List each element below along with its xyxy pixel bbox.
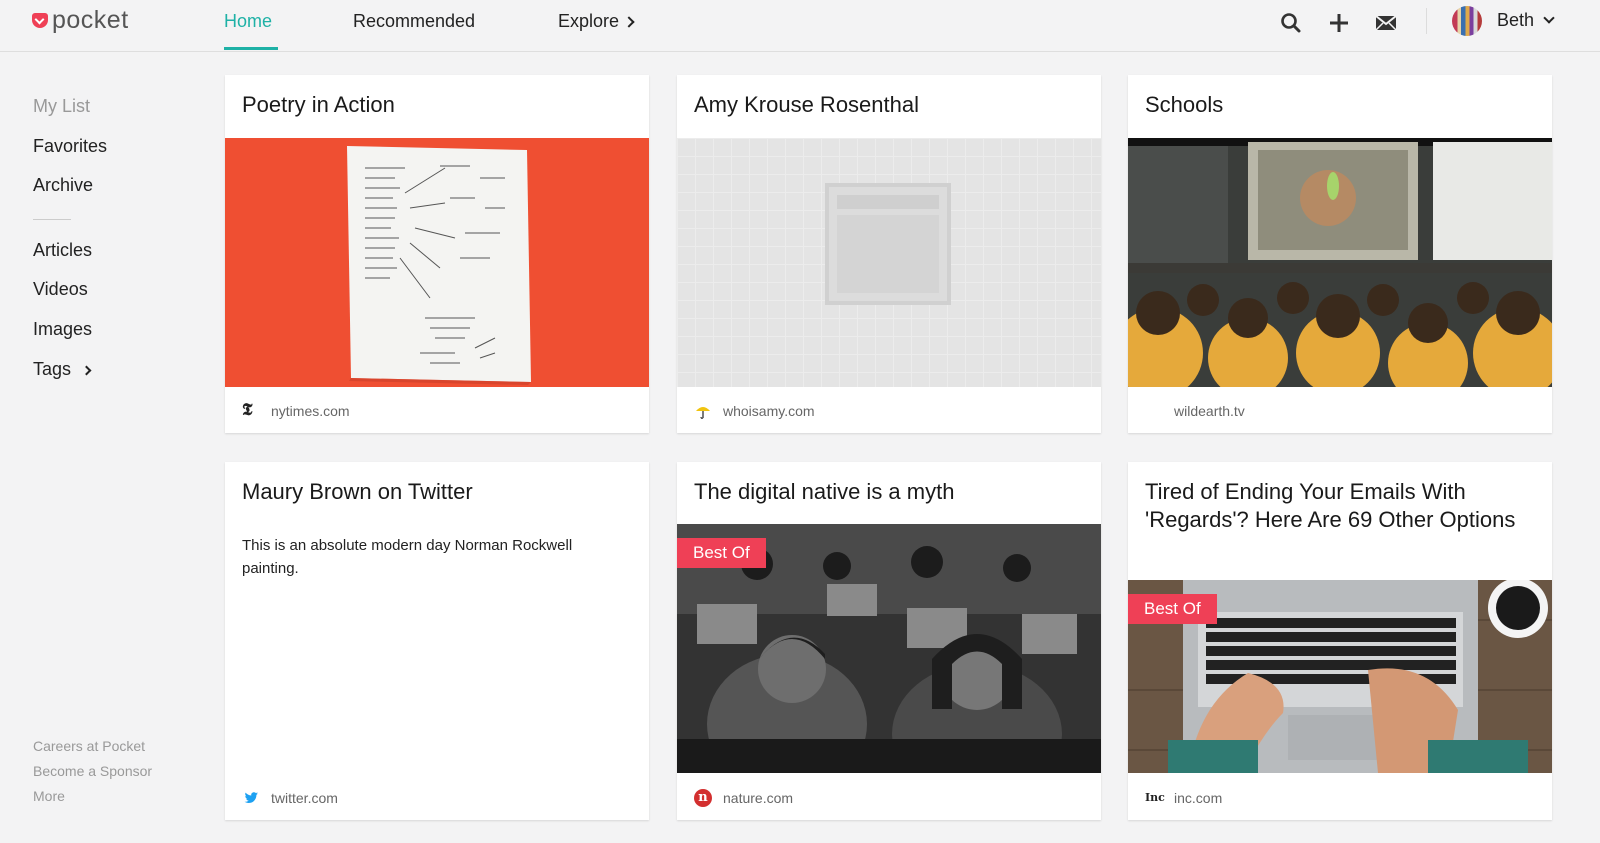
add-icon[interactable]: [1326, 10, 1352, 36]
card-footer: wildearth.tv: [1128, 389, 1552, 433]
card-thumbnail[interactable]: [225, 138, 649, 387]
card-source[interactable]: whoisamy.com: [723, 403, 815, 419]
chevron-right-icon: [623, 16, 635, 28]
card-thumbnail[interactable]: Best Of: [677, 524, 1101, 773]
card-title[interactable]: Maury Brown on Twitter: [242, 478, 632, 506]
brand-name: pocket: [52, 6, 129, 34]
nytimes-icon: 𝕿: [242, 400, 253, 420]
classroom-photo: [1128, 138, 1552, 387]
card-footer: twitter.com: [225, 776, 649, 820]
placeholder-image-icon: [825, 183, 951, 305]
pocket-logo[interactable]: pocket: [32, 6, 129, 35]
best-of-badge: Best Of: [677, 538, 766, 568]
card-excerpt: This is an absolute modern day Norman Ro…: [242, 537, 573, 577]
sidebar-item-my-list[interactable]: My List: [33, 96, 90, 117]
sidebar-item-favorites[interactable]: Favorites: [33, 136, 107, 157]
article-card[interactable]: Amy Krouse Rosenthal whoisamy.com: [677, 75, 1101, 433]
card-title[interactable]: Amy Krouse Rosenthal: [694, 91, 1084, 119]
sidebar-item-images[interactable]: Images: [33, 319, 92, 340]
umbrella-icon: [696, 407, 710, 419]
tab-home[interactable]: Home: [224, 11, 272, 32]
card-thumbnail[interactable]: [677, 138, 1101, 387]
article-card[interactable]: Schools wildearth.tv: [1128, 75, 1552, 433]
mail-icon[interactable]: [1373, 10, 1399, 36]
nature-icon: n: [694, 789, 712, 807]
card-title[interactable]: Tired of Ending Your Emails With 'Regard…: [1145, 478, 1535, 534]
chevron-right-icon: [81, 365, 92, 376]
header-divider: [1426, 8, 1427, 34]
card-footer: whoisamy.com: [677, 389, 1101, 433]
top-bar: pocket Home Recommended Explore Beth: [0, 0, 1600, 52]
card-source[interactable]: wildearth.tv: [1174, 403, 1245, 419]
article-card[interactable]: Poetry in Action 𝕿 nytimes.com: [225, 75, 649, 433]
footer-link-sponsor[interactable]: Become a Sponsor: [33, 763, 152, 779]
twitter-icon: [244, 792, 258, 803]
card-footer: 𝕿 nytimes.com: [225, 389, 649, 433]
sidebar-item-archive[interactable]: Archive: [33, 175, 93, 196]
sidebar-item-videos[interactable]: Videos: [33, 279, 88, 300]
best-of-badge: Best Of: [1128, 594, 1217, 624]
tab-explore[interactable]: Explore: [558, 11, 635, 32]
card-footer: n nature.com: [677, 776, 1101, 820]
sidebar: My List Favorites Archive Articles Video…: [0, 52, 210, 843]
tab-explore-label: Explore: [558, 11, 620, 31]
card-thumbnail[interactable]: Best Of: [1128, 580, 1552, 773]
search-icon[interactable]: [1278, 10, 1304, 36]
article-card[interactable]: The digital native is a myth Best Of n n…: [677, 462, 1101, 820]
inc-icon: Inc: [1145, 791, 1165, 804]
card-source[interactable]: twitter.com: [271, 790, 338, 806]
sidebar-item-tags[interactable]: Tags: [33, 359, 92, 380]
sidebar-item-tags-label: Tags: [33, 359, 72, 379]
footer-link-more[interactable]: More: [33, 788, 65, 804]
card-footer: Inc inc.com: [1128, 776, 1552, 820]
sidebar-item-articles[interactable]: Articles: [33, 240, 92, 261]
card-source[interactable]: nytimes.com: [271, 403, 350, 419]
active-tab-indicator: [224, 47, 278, 50]
article-card[interactable]: Maury Brown on Twitter This is an absolu…: [225, 462, 649, 820]
pocket-logo-icon: [32, 13, 48, 28]
chevron-down-icon[interactable]: [1543, 12, 1555, 24]
card-title[interactable]: The digital native is a myth: [694, 478, 1084, 506]
sidebar-divider: [33, 219, 71, 220]
card-title[interactable]: Poetry in Action: [242, 91, 632, 119]
article-card[interactable]: Tired of Ending Your Emails With 'Regard…: [1128, 462, 1552, 820]
footer-link-careers[interactable]: Careers at Pocket: [33, 738, 145, 754]
tab-recommended[interactable]: Recommended: [353, 11, 475, 32]
avatar[interactable]: [1452, 6, 1482, 36]
card-thumbnail[interactable]: [1128, 138, 1552, 387]
card-source[interactable]: nature.com: [723, 790, 793, 806]
handwritten-poem-image: [347, 146, 531, 385]
user-name[interactable]: Beth: [1497, 10, 1534, 31]
card-title[interactable]: Schools: [1145, 91, 1535, 119]
card-source[interactable]: inc.com: [1174, 790, 1222, 806]
